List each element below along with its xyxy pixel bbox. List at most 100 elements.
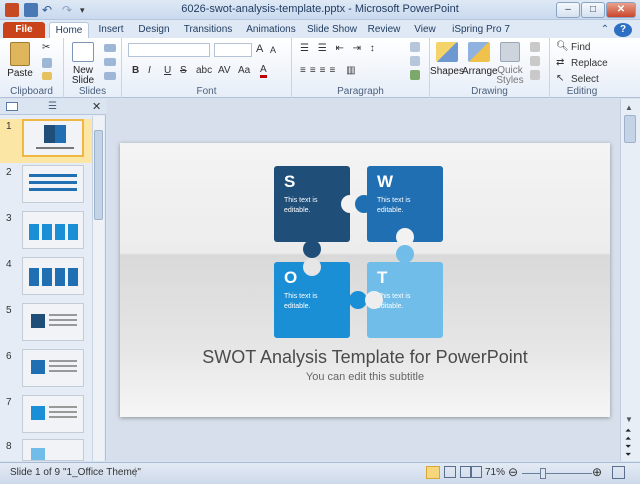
text-direction-icon[interactable] [410,42,420,52]
paste-icon[interactable] [10,42,30,66]
shape-effects-icon[interactable] [530,70,540,80]
italic-button[interactable]: I [148,65,151,76]
fit-slide-icon[interactable] [612,466,625,479]
shape-outline-icon[interactable] [530,56,540,66]
zoom-out-icon[interactable]: ⊖ [508,465,518,479]
zoom-level[interactable]: 71% [485,467,505,478]
slide-thumb[interactable]: 1 [0,119,92,163]
vertical-scroll-thumb[interactable] [624,115,636,143]
slide-thumb[interactable]: 8 [0,439,92,461]
arrange-button[interactable]: Arrange [462,66,498,77]
slide-sorter-icon[interactable] [444,466,456,478]
slide-subtitle[interactable]: You can edit this subtitle [120,371,610,383]
minimize-button[interactable]: – [556,2,580,18]
char-spacing-button[interactable]: AV [218,65,231,76]
grow-font-icon[interactable]: A [256,43,263,55]
theme-name[interactable]: "1_Office Theme" [63,467,141,478]
shadow-button[interactable]: abc [196,65,212,76]
paragraph-group: ☰ ☰ ⇤ ⇥ ↕ ≡≡≡≡ ▥ Paragraph [292,38,430,98]
section-icon[interactable] [104,72,116,80]
slide-thumb[interactable]: 7 [0,395,92,439]
slide-thumb-image [22,349,84,387]
zoom-slider-thumb[interactable] [540,468,546,479]
font-size-combo[interactable] [214,43,252,57]
slide-thumb-image [22,119,84,157]
replace-button[interactable]: Replace [571,58,608,69]
tab-transitions[interactable]: Transitions [180,22,236,38]
slide-thumb[interactable]: 2 [0,165,92,209]
zoom-slider[interactable] [522,473,592,474]
slide-title[interactable]: SWOT Analysis Template for PowerPoint [120,347,610,368]
tab-home[interactable]: Home [49,22,89,38]
strikethrough-button[interactable]: S [180,65,187,76]
swot-piece-s[interactable]: S This text is editable. [274,166,350,242]
format-painter-icon[interactable] [42,72,52,80]
arrange-icon[interactable] [468,42,490,62]
tab-review[interactable]: Review [364,22,404,38]
slide-show-icon[interactable] [470,466,482,478]
thumbnail-scroll-thumb[interactable] [94,130,103,220]
tab-animations[interactable]: Animations [242,22,300,38]
slide-thumb[interactable]: 5 [0,303,92,347]
quick-styles-button[interactable]: Quick Styles [494,66,526,86]
align-icons[interactable]: ≡≡≡≡ ▥ [300,65,360,76]
scroll-up-icon[interactable]: ▲ [625,103,633,112]
close-button[interactable]: ✕ [606,2,636,18]
smartart-icon[interactable] [410,70,420,80]
shapes-icon[interactable] [436,42,458,62]
layout-icon[interactable] [104,44,116,52]
select-icon[interactable]: ↖ [556,73,564,84]
zoom-in-icon[interactable]: ⊕ [592,465,602,479]
close-panel-icon[interactable]: ✕ [92,100,101,113]
tab-slide-show[interactable]: Slide Show [306,22,358,38]
tab-design[interactable]: Design [134,22,174,38]
outline-tab-icon[interactable]: ☰ [48,101,57,112]
font-color-button[interactable]: A [260,65,267,78]
previous-slide-icon[interactable]: ⏶ ⏶ [625,427,631,443]
underline-button[interactable]: U [164,65,171,76]
tab-view[interactable]: View [410,22,440,38]
thumbnail-scrollbar[interactable] [92,116,104,461]
status-bar: Slide 1 of 9 "1_Office Theme" | 71% ⊖ ⊕ [0,462,640,484]
slide-thumb-image [22,439,84,461]
align-text-icon[interactable] [410,56,420,66]
scroll-down-icon[interactable]: ▼ [625,415,633,424]
maximize-button[interactable]: □ [581,2,605,18]
help-icon[interactable]: ? [614,23,632,37]
slide-canvas[interactable]: S This text is editable. W This text is … [120,143,610,417]
slide-thumb[interactable]: 3 [0,211,92,255]
minimize-ribbon-icon[interactable]: ⌃ [598,22,612,38]
new-slide-icon[interactable] [72,42,94,62]
find-button[interactable]: Find [571,42,590,53]
tab-ispring[interactable]: iSpring Pro 7 [450,22,512,38]
quick-styles-icon[interactable] [500,42,520,62]
select-button[interactable]: Select [571,74,599,85]
font-name-combo[interactable] [128,43,210,57]
slide-number: 4 [6,259,12,270]
paste-button[interactable]: Paste [4,68,36,79]
shrink-font-icon[interactable]: A [270,45,276,55]
vertical-scrollbar[interactable]: ▲ ▼ ⏶ ⏶ ⏷ ⏷ [620,99,640,461]
slide-thumb[interactable]: 4 [0,257,92,301]
slide-number: 2 [6,167,12,178]
bold-button[interactable]: B [132,65,139,76]
tab-file[interactable]: File [3,22,45,38]
slides-tab-icon[interactable] [6,102,18,111]
cut-icon[interactable]: ✂ [42,42,50,53]
editing-group: 🔍︎ Find ⇄ Replace ↖ Select Editing [550,38,614,98]
slide-thumb[interactable]: 6 [0,349,92,393]
replace-icon[interactable]: ⇄ [556,57,564,68]
shapes-button[interactable]: Shapes [430,66,464,77]
slide-number: 6 [6,351,12,362]
new-slide-button[interactable]: New Slide [64,66,102,86]
copy-icon[interactable] [42,58,52,68]
next-slide-icon[interactable]: ⏷ ⏷ [625,443,631,459]
shape-fill-icon[interactable] [530,42,540,52]
swot-letter: W [377,172,394,191]
find-icon[interactable]: 🔍︎ [556,41,569,52]
change-case-button[interactable]: Aa [238,65,250,76]
bullets-icon[interactable]: ☰ ☰ ⇤ ⇥ ↕ [300,43,378,54]
reset-icon[interactable] [104,58,116,66]
tab-insert[interactable]: Insert [93,22,129,38]
normal-view-icon[interactable] [426,466,440,479]
